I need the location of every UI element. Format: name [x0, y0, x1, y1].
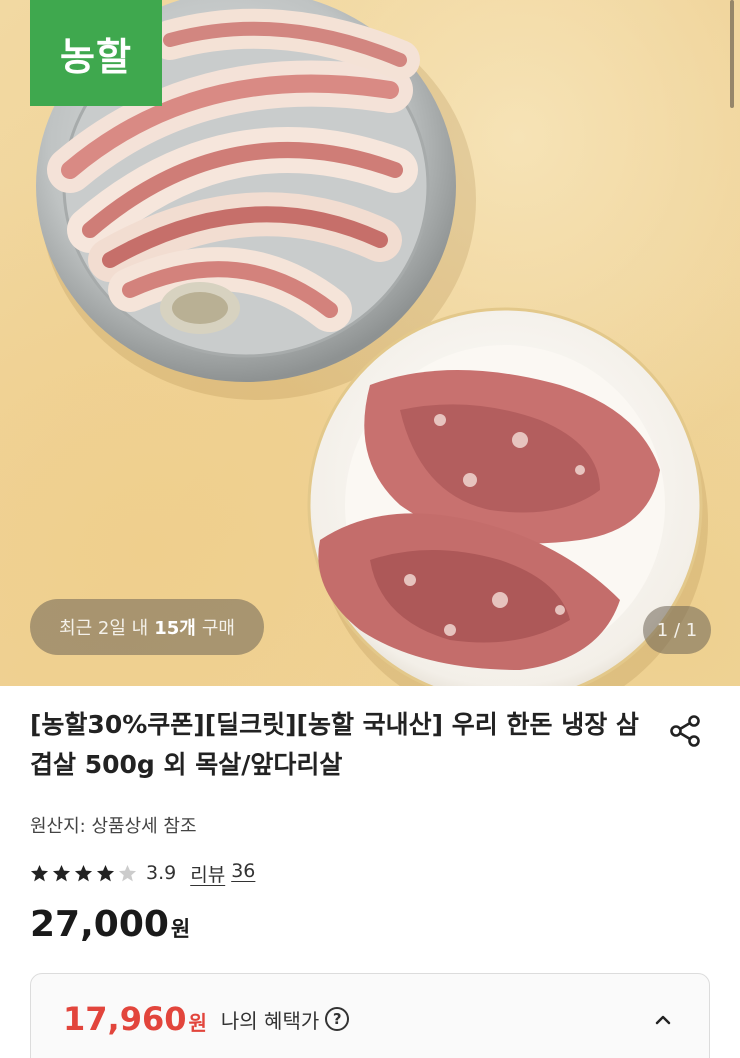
- benefit-amount: 17,960: [63, 1000, 187, 1038]
- benefit-label: 나의 혜택가: [220, 1008, 320, 1033]
- share-button[interactable]: [664, 711, 708, 751]
- question-circle-icon[interactable]: ?: [325, 1007, 350, 1031]
- rating-row: 3.9 리뷰 36: [30, 858, 255, 888]
- purchase-badge-suffix: 구매: [201, 618, 235, 639]
- review-label: 리뷰: [190, 863, 226, 886]
- benefit-price-panel[interactable]: 17,960 원 나의 혜택가 ?: [30, 973, 710, 1058]
- star-rating: [30, 864, 137, 883]
- star-icon: [30, 864, 49, 881]
- price-unit: 원: [170, 917, 191, 941]
- benefit-header: 17,960 원 나의 혜택가 ?: [63, 1000, 350, 1038]
- star-icon: [96, 864, 115, 881]
- review-link[interactable]: 리뷰 36: [190, 860, 255, 887]
- image-counter: 1 / 1: [643, 606, 711, 654]
- scroll-indicator[interactable]: [730, 0, 734, 108]
- product-detail-page: 농할 최근 2일 내 15개 구매 1 / 1 [농할30%쿠폰][딜크릿][농…: [0, 0, 740, 1058]
- purchase-badge-count: 15개: [154, 618, 196, 639]
- chevron-up-icon: [655, 1015, 671, 1025]
- original-price: 27,000 원: [30, 904, 190, 945]
- share-icon: [670, 715, 700, 747]
- origin-info: 원산지: 상품상세 참조: [30, 816, 197, 837]
- brand-logo-text: 농할: [60, 34, 132, 79]
- brand-logo: 농할: [30, 0, 162, 106]
- star-icon: [74, 864, 93, 881]
- rating-value: 3.9: [146, 862, 177, 884]
- recent-purchase-badge: 최근 2일 내 15개 구매: [30, 599, 264, 655]
- product-title: [농할30%쿠폰][딜크릿][농할 국내산] 우리 한돈 냉장 삼겹살 500g…: [30, 710, 639, 779]
- collapse-benefit-button[interactable]: [649, 1006, 677, 1034]
- benefit-price: 17,960 원: [63, 1000, 207, 1038]
- star-icon: [52, 864, 71, 881]
- review-count: 36: [231, 859, 256, 882]
- star-icon: [118, 864, 137, 881]
- image-counter-text: 1 / 1: [656, 619, 698, 641]
- purchase-badge-prefix: 최근 2일 내: [59, 618, 149, 639]
- price-amount: 27,000: [30, 904, 169, 945]
- product-image[interactable]: 농할 최근 2일 내 15개 구매 1 / 1: [0, 0, 740, 686]
- benefit-unit: 원: [188, 1011, 207, 1035]
